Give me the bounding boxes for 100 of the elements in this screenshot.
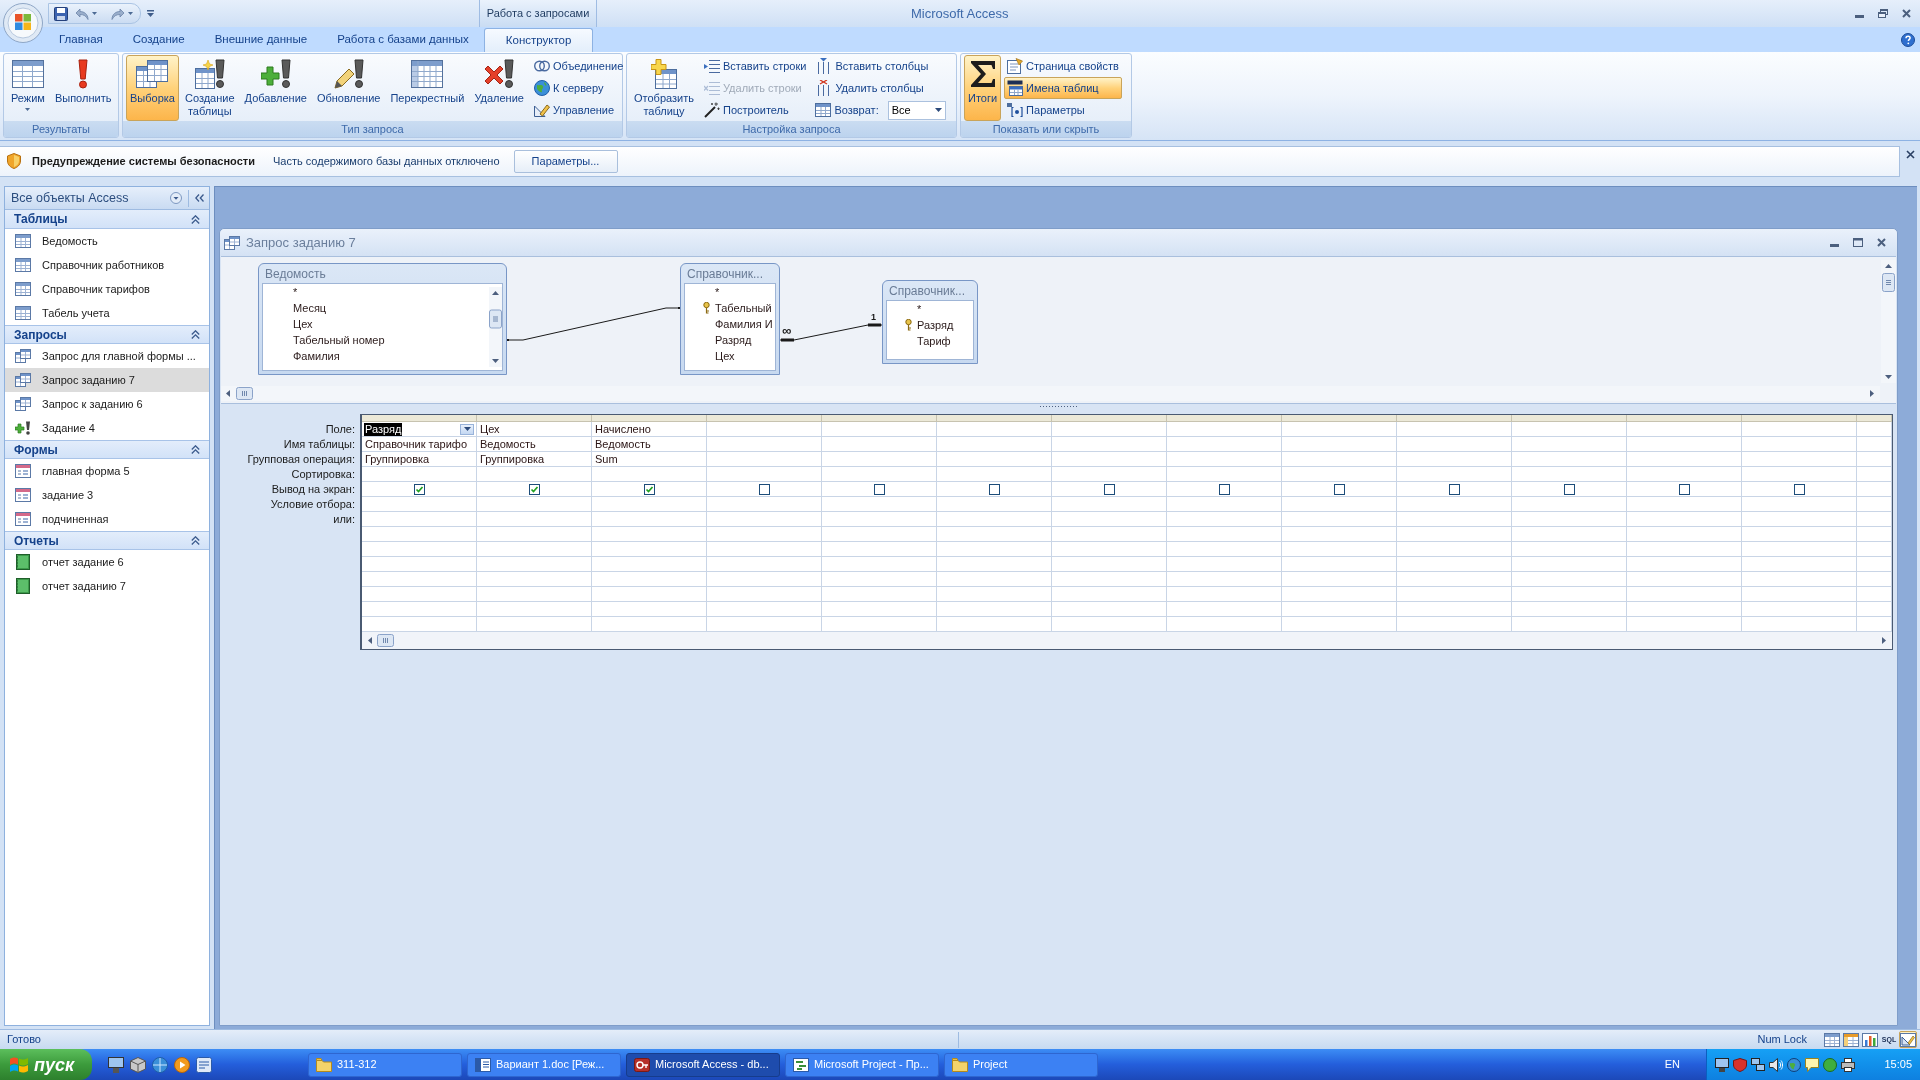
- grid-cell[interactable]: [1857, 512, 1892, 527]
- grid-cell[interactable]: [1052, 482, 1167, 497]
- dropdown-button[interactable]: [460, 423, 474, 435]
- grid-cell[interactable]: [1282, 557, 1397, 572]
- field-name[interactable]: Разряд: [917, 318, 954, 332]
- field-name[interactable]: *: [715, 285, 720, 299]
- grid-cell[interactable]: [1742, 422, 1857, 437]
- grid-cell[interactable]: [477, 527, 592, 542]
- grid-cell[interactable]: Справочник тарифо: [362, 437, 477, 452]
- grid-cell[interactable]: [1397, 542, 1512, 557]
- grid-cell[interactable]: [1742, 557, 1857, 572]
- checkbox[interactable]: [528, 483, 540, 495]
- grid-cell[interactable]: [937, 482, 1052, 497]
- group-header[interactable]: Запросы: [5, 325, 209, 344]
- grid-cell[interactable]: [1397, 602, 1512, 617]
- grid-cell[interactable]: [937, 422, 1052, 437]
- grid-cell[interactable]: [1167, 437, 1282, 452]
- group-header[interactable]: Формы: [5, 440, 209, 459]
- grid-cell[interactable]: [1627, 482, 1742, 497]
- grid-cell[interactable]: [1512, 437, 1627, 452]
- maximize-icon[interactable]: [1853, 238, 1863, 247]
- grid-cell[interactable]: [1397, 497, 1512, 512]
- grid-cell[interactable]: [477, 512, 592, 527]
- grid-cell[interactable]: [1627, 587, 1742, 602]
- grid-cell[interactable]: Группировка: [362, 452, 477, 467]
- grid-cell[interactable]: [1052, 542, 1167, 557]
- grid-cell[interactable]: [592, 542, 707, 557]
- grid-cell[interactable]: [477, 587, 592, 602]
- grid-cell[interactable]: [1742, 437, 1857, 452]
- grid-cell[interactable]: [1857, 572, 1892, 587]
- undo-icon[interactable]: [75, 7, 89, 20]
- taskbar-button[interactable]: Microsoft Access - db...: [626, 1052, 780, 1077]
- grid-cell[interactable]: [937, 497, 1052, 512]
- grid-cell[interactable]: [707, 422, 822, 437]
- grid-cell[interactable]: [1167, 497, 1282, 512]
- grid-cell[interactable]: [1397, 467, 1512, 482]
- grid-cell[interactable]: [822, 572, 937, 587]
- printer-icon[interactable]: [1841, 1057, 1855, 1072]
- grid-cell[interactable]: [1742, 512, 1857, 527]
- datasheet-view-button[interactable]: [1823, 1031, 1841, 1048]
- nav-item[interactable]: главная форма 5: [5, 459, 209, 483]
- grid-cell[interactable]: [592, 467, 707, 482]
- grid-cell[interactable]: [477, 467, 592, 482]
- vertical-scrollbar[interactable]: [489, 287, 502, 367]
- grid-cell[interactable]: [937, 467, 1052, 482]
- scroll-thumb[interactable]: [1882, 273, 1895, 292]
- grid-cell[interactable]: [822, 452, 937, 467]
- grid-cell[interactable]: Цех: [477, 422, 592, 437]
- grid-cell[interactable]: [1052, 452, 1167, 467]
- grid-cell[interactable]: [1052, 497, 1167, 512]
- grid-cell[interactable]: [1282, 497, 1397, 512]
- checkbox[interactable]: [1678, 483, 1690, 495]
- ribbon-tab[interactable]: Создание: [117, 28, 200, 52]
- nav-item[interactable]: Табель учета: [5, 301, 209, 325]
- grid-cell[interactable]: [1627, 497, 1742, 512]
- column-selector[interactable]: [1627, 415, 1742, 422]
- play-icon[interactable]: [174, 1056, 190, 1073]
- grid-cell[interactable]: [1397, 452, 1512, 467]
- grid-cell[interactable]: [1052, 572, 1167, 587]
- parameters-button[interactable]: Параметры: [1004, 99, 1122, 121]
- grid-cell[interactable]: [1742, 497, 1857, 512]
- grid-cell[interactable]: [1052, 587, 1167, 602]
- globe-icon[interactable]: [152, 1056, 168, 1073]
- grid-cell[interactable]: [1167, 587, 1282, 602]
- restore-icon[interactable]: [1878, 9, 1888, 18]
- grid-cell[interactable]: [1167, 482, 1282, 497]
- builder-button[interactable]: Построитель: [700, 99, 810, 121]
- grid-cell[interactable]: [707, 527, 822, 542]
- grid-cell[interactable]: [1742, 527, 1857, 542]
- insert-rows-button[interactable]: Вставить строки: [700, 55, 810, 77]
- column-selector[interactable]: [1282, 415, 1397, 422]
- grid-cell[interactable]: [822, 557, 937, 572]
- right-arrow-icon[interactable]: [1882, 637, 1886, 644]
- pivot-table-view-button[interactable]: [1842, 1031, 1860, 1048]
- speaker-icon[interactable]: [1769, 1057, 1783, 1072]
- grid-cell[interactable]: [1282, 437, 1397, 452]
- grid-cell[interactable]: [937, 452, 1052, 467]
- field-name[interactable]: *: [293, 285, 298, 299]
- grid-cell[interactable]: Sum: [592, 452, 707, 467]
- column-selector[interactable]: [1742, 415, 1857, 422]
- vertical-scrollbar[interactable]: [1881, 260, 1896, 383]
- field-name[interactable]: Разряд: [715, 333, 752, 347]
- minimize-icon[interactable]: [1830, 244, 1839, 247]
- grid-cell[interactable]: [362, 557, 477, 572]
- checkbox[interactable]: [758, 483, 770, 495]
- grid-cell[interactable]: [1627, 527, 1742, 542]
- return-combo-box[interactable]: Все: [887, 100, 946, 120]
- crosstab-button[interactable]: Перекрестный: [386, 55, 469, 121]
- column-selector[interactable]: [937, 415, 1052, 422]
- taskbar-button[interactable]: 311-312: [308, 1052, 462, 1077]
- collapse-pane-icon[interactable]: [195, 194, 204, 202]
- column-selector[interactable]: [1167, 415, 1282, 422]
- grid-cell[interactable]: [592, 587, 707, 602]
- dropdown-icon[interactable]: [170, 192, 182, 204]
- up-arrow-icon[interactable]: [1885, 264, 1892, 268]
- column-selector[interactable]: [592, 415, 707, 422]
- table-title[interactable]: Справочник...: [681, 264, 779, 283]
- grid-cell[interactable]: [362, 572, 477, 587]
- column-selector[interactable]: [1397, 415, 1512, 422]
- grid-cell[interactable]: [707, 452, 822, 467]
